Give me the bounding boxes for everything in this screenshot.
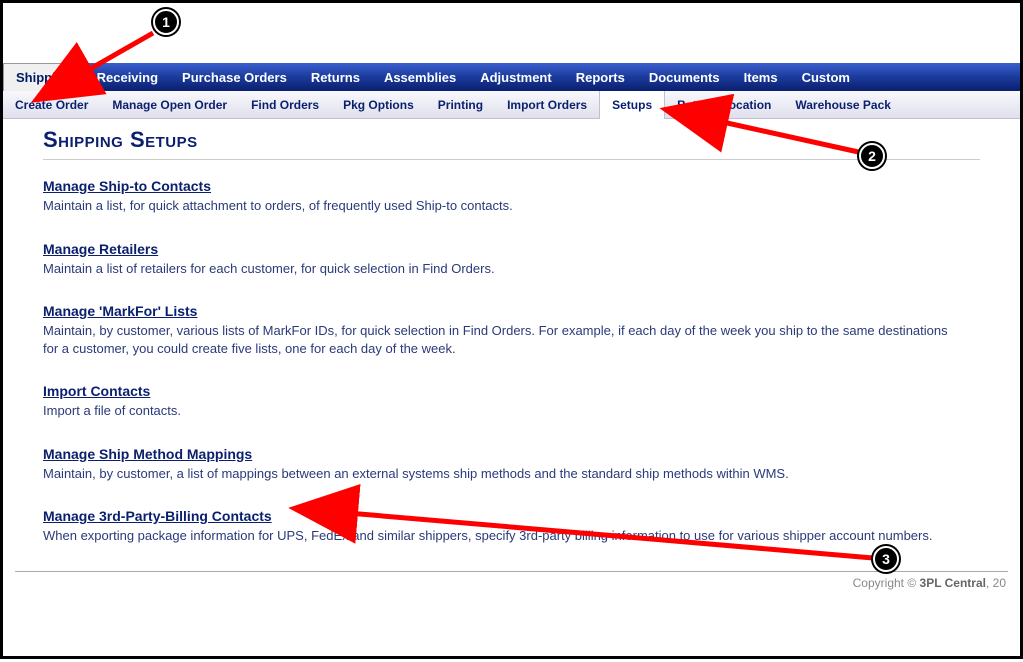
subnav-import-orders[interactable]: Import Orders: [495, 91, 599, 119]
annotation-marker-2: 2: [859, 143, 885, 169]
nav-tab-custom[interactable]: Custom: [790, 63, 862, 91]
section-ship-method-mappings: Manage Ship Method Mappings Maintain, by…: [43, 446, 980, 483]
section-markfor-lists: Manage 'MarkFor' Lists Maintain, by cust…: [43, 303, 980, 357]
footer: Copyright © 3PL Central, 20: [3, 572, 1020, 590]
desc-markfor-lists: Maintain, by customer, various lists of …: [43, 322, 963, 357]
subnav-pkg-options[interactable]: Pkg Options: [331, 91, 426, 119]
nav-tab-adjustment[interactable]: Adjustment: [468, 63, 564, 91]
footer-suffix: , 20: [986, 576, 1006, 590]
link-import-contacts[interactable]: Import Contacts: [43, 383, 150, 399]
subnav-warehouse-pack[interactable]: Warehouse Pack: [783, 91, 903, 119]
desc-ship-to-contacts: Maintain a list, for quick attachment to…: [43, 197, 963, 215]
footer-prefix: Copyright ©: [853, 576, 920, 590]
nav-tab-documents[interactable]: Documents: [637, 63, 732, 91]
nav-tab-receiving[interactable]: Receiving: [85, 63, 170, 91]
sub-nav: Create Order Manage Open Order Find Orde…: [3, 91, 1020, 119]
subnav-manage-open-order[interactable]: Manage Open Order: [100, 91, 239, 119]
section-3rd-party-billing: Manage 3rd-Party-Billing Contacts When e…: [43, 508, 980, 545]
subnav-setups[interactable]: Setups: [599, 91, 665, 119]
nav-tab-items[interactable]: Items: [732, 63, 790, 91]
desc-ship-method-mappings: Maintain, by customer, a list of mapping…: [43, 465, 963, 483]
section-ship-to-contacts: Manage Ship-to Contacts Maintain a list,…: [43, 178, 980, 215]
main-nav: Shipping Receiving Purchase Orders Retur…: [3, 63, 1020, 91]
nav-tab-assemblies[interactable]: Assemblies: [372, 63, 468, 91]
page-title: Shipping Setups: [43, 127, 980, 153]
desc-retailers: Maintain a list of retailers for each cu…: [43, 260, 963, 278]
footer-brand: 3PL Central: [920, 576, 986, 590]
link-manage-ship-to-contacts[interactable]: Manage Ship-to Contacts: [43, 178, 211, 194]
desc-3rd-party-billing: When exporting package information for U…: [43, 527, 963, 545]
link-manage-retailers[interactable]: Manage Retailers: [43, 241, 158, 257]
subnav-printing[interactable]: Printing: [426, 91, 495, 119]
annotation-marker-3: 3: [873, 546, 899, 572]
nav-tab-reports[interactable]: Reports: [564, 63, 637, 91]
subnav-create-order[interactable]: Create Order: [3, 91, 100, 119]
desc-import-contacts: Import a file of contacts.: [43, 402, 963, 420]
content-area: Shipping Setups Manage Ship-to Contacts …: [3, 119, 1020, 565]
section-retailers: Manage Retailers Maintain a list of reta…: [43, 241, 980, 278]
section-import-contacts: Import Contacts Import a file of contact…: [43, 383, 980, 420]
subnav-find-orders[interactable]: Find Orders: [239, 91, 331, 119]
subnav-batch-allocation[interactable]: Batch Allocation: [665, 91, 783, 119]
annotation-marker-1: 1: [153, 9, 179, 35]
nav-tab-purchase-orders[interactable]: Purchase Orders: [170, 63, 299, 91]
nav-tab-returns[interactable]: Returns: [299, 63, 372, 91]
link-manage-markfor-lists[interactable]: Manage 'MarkFor' Lists: [43, 303, 197, 319]
title-divider: [43, 159, 980, 160]
link-manage-ship-method-mappings[interactable]: Manage Ship Method Mappings: [43, 446, 252, 462]
link-manage-3rd-party-billing-contacts[interactable]: Manage 3rd-Party-Billing Contacts: [43, 508, 272, 524]
nav-tab-shipping[interactable]: Shipping: [3, 63, 85, 91]
